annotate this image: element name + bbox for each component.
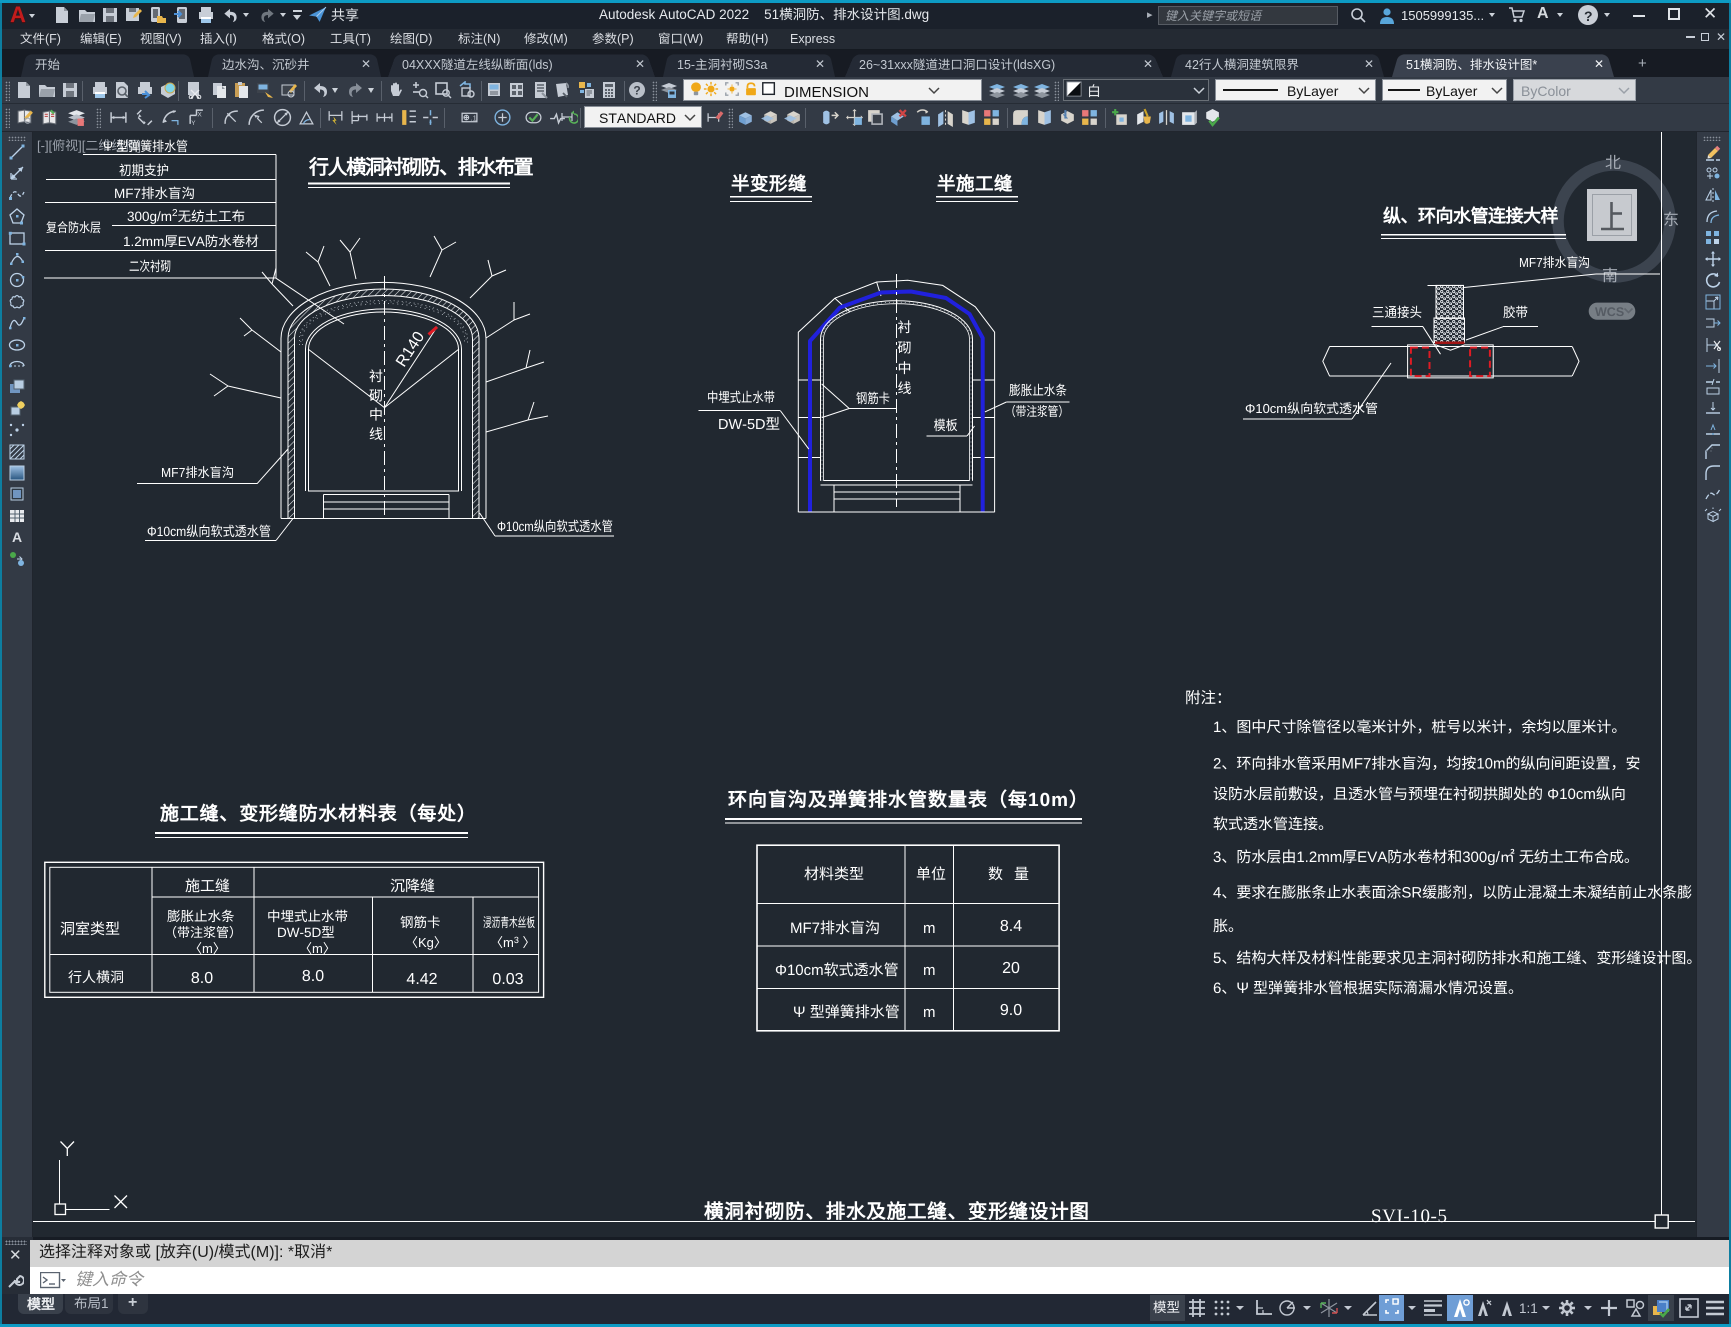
svg-text:行人横洞: 行人横洞	[68, 969, 124, 985]
svg-text:0.03: 0.03	[492, 971, 523, 988]
svg-text:线: 线	[898, 380, 912, 396]
svg-text:胀。: 胀。	[1213, 918, 1243, 935]
svg-text:数: 数	[988, 866, 1003, 883]
svg-text:MF7排水盲沟: MF7排水盲沟	[114, 186, 195, 201]
svg-text:单位: 单位	[916, 866, 946, 883]
svg-text:4、要求在膨胀条止水表面涂SR缓膨剂，以防止混凝土未凝结前止: 4、要求在膨胀条止水表面涂SR缓膨剂，以防止混凝土未凝结前止水条膨	[1213, 885, 1692, 902]
svg-text:WCS: WCS	[1595, 305, 1624, 319]
svg-text:沉降缝: 沉降缝	[390, 878, 435, 895]
svg-text:m: m	[923, 1004, 936, 1021]
svg-text:4.42: 4.42	[406, 971, 437, 988]
svg-text:〈m3 〉: 〈m3 〉	[490, 935, 535, 950]
svg-text:9.0: 9.0	[1000, 1002, 1022, 1019]
svg-text:砌: 砌	[898, 339, 912, 355]
svg-text:行人横洞衬砌防、排水布置: 行人横洞衬砌防、排水布置	[308, 156, 534, 179]
svg-text:（带注浆管）: （带注浆管）	[164, 925, 242, 940]
svg-text:m: m	[923, 962, 936, 979]
svg-text:半施工缝: 半施工缝	[937, 173, 1013, 194]
svg-text:DW-5D型: DW-5D型	[277, 925, 335, 940]
svg-text:1、图中尺寸除管径以毫米计外，桩号以米计，余均以厘米计。: 1、图中尺寸除管径以毫米计外，桩号以米计，余均以厘米计。	[1213, 719, 1626, 736]
svg-text:中: 中	[369, 407, 383, 423]
svg-text:2、环向排水管采用MF7排水盲沟，均按10m的纵向间距设置，: 2、环向排水管采用MF7排水盲沟，均按10m的纵向间距设置，安	[1213, 756, 1641, 773]
svg-text:Φ10cm纵向软式透水管: Φ10cm纵向软式透水管	[1245, 401, 1378, 416]
svg-text:横洞衬砌防、排水及施工缝、变形缝设计图: 横洞衬砌防、排水及施工缝、变形缝设计图	[704, 1201, 1090, 1223]
svg-text:纵、环向水管连接大样: 纵、环向水管连接大样	[1383, 206, 1558, 226]
svg-text:m: m	[923, 920, 936, 937]
svg-text:附注：: 附注：	[1185, 689, 1232, 707]
svg-text:1.2mm厚EVA防水卷材: 1.2mm厚EVA防水卷材	[123, 234, 259, 249]
svg-text:DW-5D型: DW-5D型	[718, 416, 780, 433]
svg-text:Φ10cm软式透水管: Φ10cm软式透水管	[775, 962, 899, 979]
svg-text:〈m〉: 〈m〉	[189, 941, 226, 956]
svg-text:中埋式止水带: 中埋式止水带	[267, 909, 348, 924]
svg-text:衬: 衬	[369, 368, 383, 384]
svg-text:Y: Y	[191, 120, 196, 127]
svg-text:8.0: 8.0	[191, 970, 213, 987]
svg-text:SVI-10-5: SVI-10-5	[1371, 1206, 1448, 1227]
svg-text:膨胀止水条: 膨胀止水条	[1009, 383, 1067, 398]
svg-text:复合防水层: 复合防水层	[46, 220, 101, 235]
svg-text:钢筋卡: 钢筋卡	[400, 915, 441, 930]
svg-text:Φ10cm纵向软式透水管: Φ10cm纵向软式透水管	[497, 519, 613, 534]
svg-text:〈Kg〉: 〈Kg〉	[405, 935, 447, 950]
svg-text:X: X	[198, 111, 203, 118]
svg-text:半变形缝: 半变形缝	[731, 173, 807, 194]
svg-text:6、Ψ 型弹簧排水管根据实际滴漏水情况设置。: 6、Ψ 型弹簧排水管根据实际滴漏水情况设置。	[1213, 980, 1523, 997]
svg-text:二次衬砌: 二次衬砌	[129, 259, 171, 274]
svg-text:5、结构大样及材料性能要求见主洞衬砌防排水和施工缝、变形缝设: 5、结构大样及材料性能要求见主洞衬砌防排水和施工缝、变形缝设计图。	[1213, 950, 1696, 967]
svg-text:（带注浆管）: （带注浆管）	[1005, 404, 1069, 419]
svg-text:膨胀止水条: 膨胀止水条	[167, 909, 235, 924]
svg-text:MF7排水盲沟: MF7排水盲沟	[790, 920, 880, 937]
svg-text:MF7排水盲沟: MF7排水盲沟	[161, 465, 234, 480]
svg-text:20: 20	[1002, 960, 1020, 977]
svg-text:MF7排水盲沟: MF7排水盲沟	[1519, 255, 1590, 270]
svg-text:洞室类型: 洞室类型	[60, 921, 120, 938]
svg-text:施工缝: 施工缝	[185, 878, 230, 895]
svg-text:衬: 衬	[898, 319, 912, 335]
svg-text:施工缝、变形缝防水材料表（每处）: 施工缝、变形缝防水材料表（每处）	[160, 803, 477, 825]
svg-text:Φ10cm纵向软式透水管: Φ10cm纵向软式透水管	[147, 524, 271, 539]
svg-text:浸沥青木丝板: 浸沥青木丝板	[483, 915, 535, 930]
svg-text:8.0: 8.0	[302, 968, 324, 985]
svg-text:.1: .1	[471, 114, 477, 123]
svg-text:材料类型: 材料类型	[804, 866, 864, 883]
svg-text:三通接头: 三通接头	[1372, 305, 1422, 320]
svg-text:8.4: 8.4	[1000, 918, 1022, 935]
svg-text:量: 量	[1014, 866, 1029, 883]
svg-text:?: ?	[633, 84, 640, 98]
svg-text:300g/m2无纺土工布: 300g/m2无纺土工布	[127, 208, 245, 224]
svg-text:中埋式止水带: 中埋式止水带	[707, 390, 775, 405]
svg-text:钢筋卡: 钢筋卡	[856, 391, 890, 406]
svg-text:线: 线	[369, 426, 383, 442]
svg-text:初期支护: 初期支护	[119, 163, 169, 178]
svg-text:环向盲沟及弹簧排水管数量表（每10m）: 环向盲沟及弹簧排水管数量表（每10m）	[728, 789, 1089, 811]
svg-text:模板: 模板	[934, 418, 958, 433]
svg-text:Ψ 型弹簧排水管: Ψ 型弹簧排水管	[103, 139, 188, 154]
svg-text:A: A	[12, 529, 22, 545]
svg-text:3、防水层由1.2mm厚EVA防水卷材和300g/㎡ 无纺土: 3、防水层由1.2mm厚EVA防水卷材和300g/㎡ 无纺土工布合成。	[1213, 848, 1639, 866]
svg-text:设防水层前敷设，且透水管与预埋在衬砌拱脚处的 Φ10cm纵向: 设防水层前敷设，且透水管与预埋在衬砌拱脚处的 Φ10cm纵向	[1213, 786, 1626, 803]
svg-text:Ψ 型弹簧排水管: Ψ 型弹簧排水管	[793, 1004, 900, 1021]
svg-text:〈m〉: 〈m〉	[299, 941, 336, 956]
svg-text:砌: 砌	[369, 387, 383, 403]
svg-text:东: 东	[1663, 206, 1679, 230]
svg-text:北: 北	[1605, 149, 1621, 173]
svg-text:中: 中	[898, 360, 912, 376]
svg-text:胶带: 胶带	[1503, 305, 1528, 320]
svg-text:软式透水管连接。: 软式透水管连接。	[1213, 816, 1333, 833]
